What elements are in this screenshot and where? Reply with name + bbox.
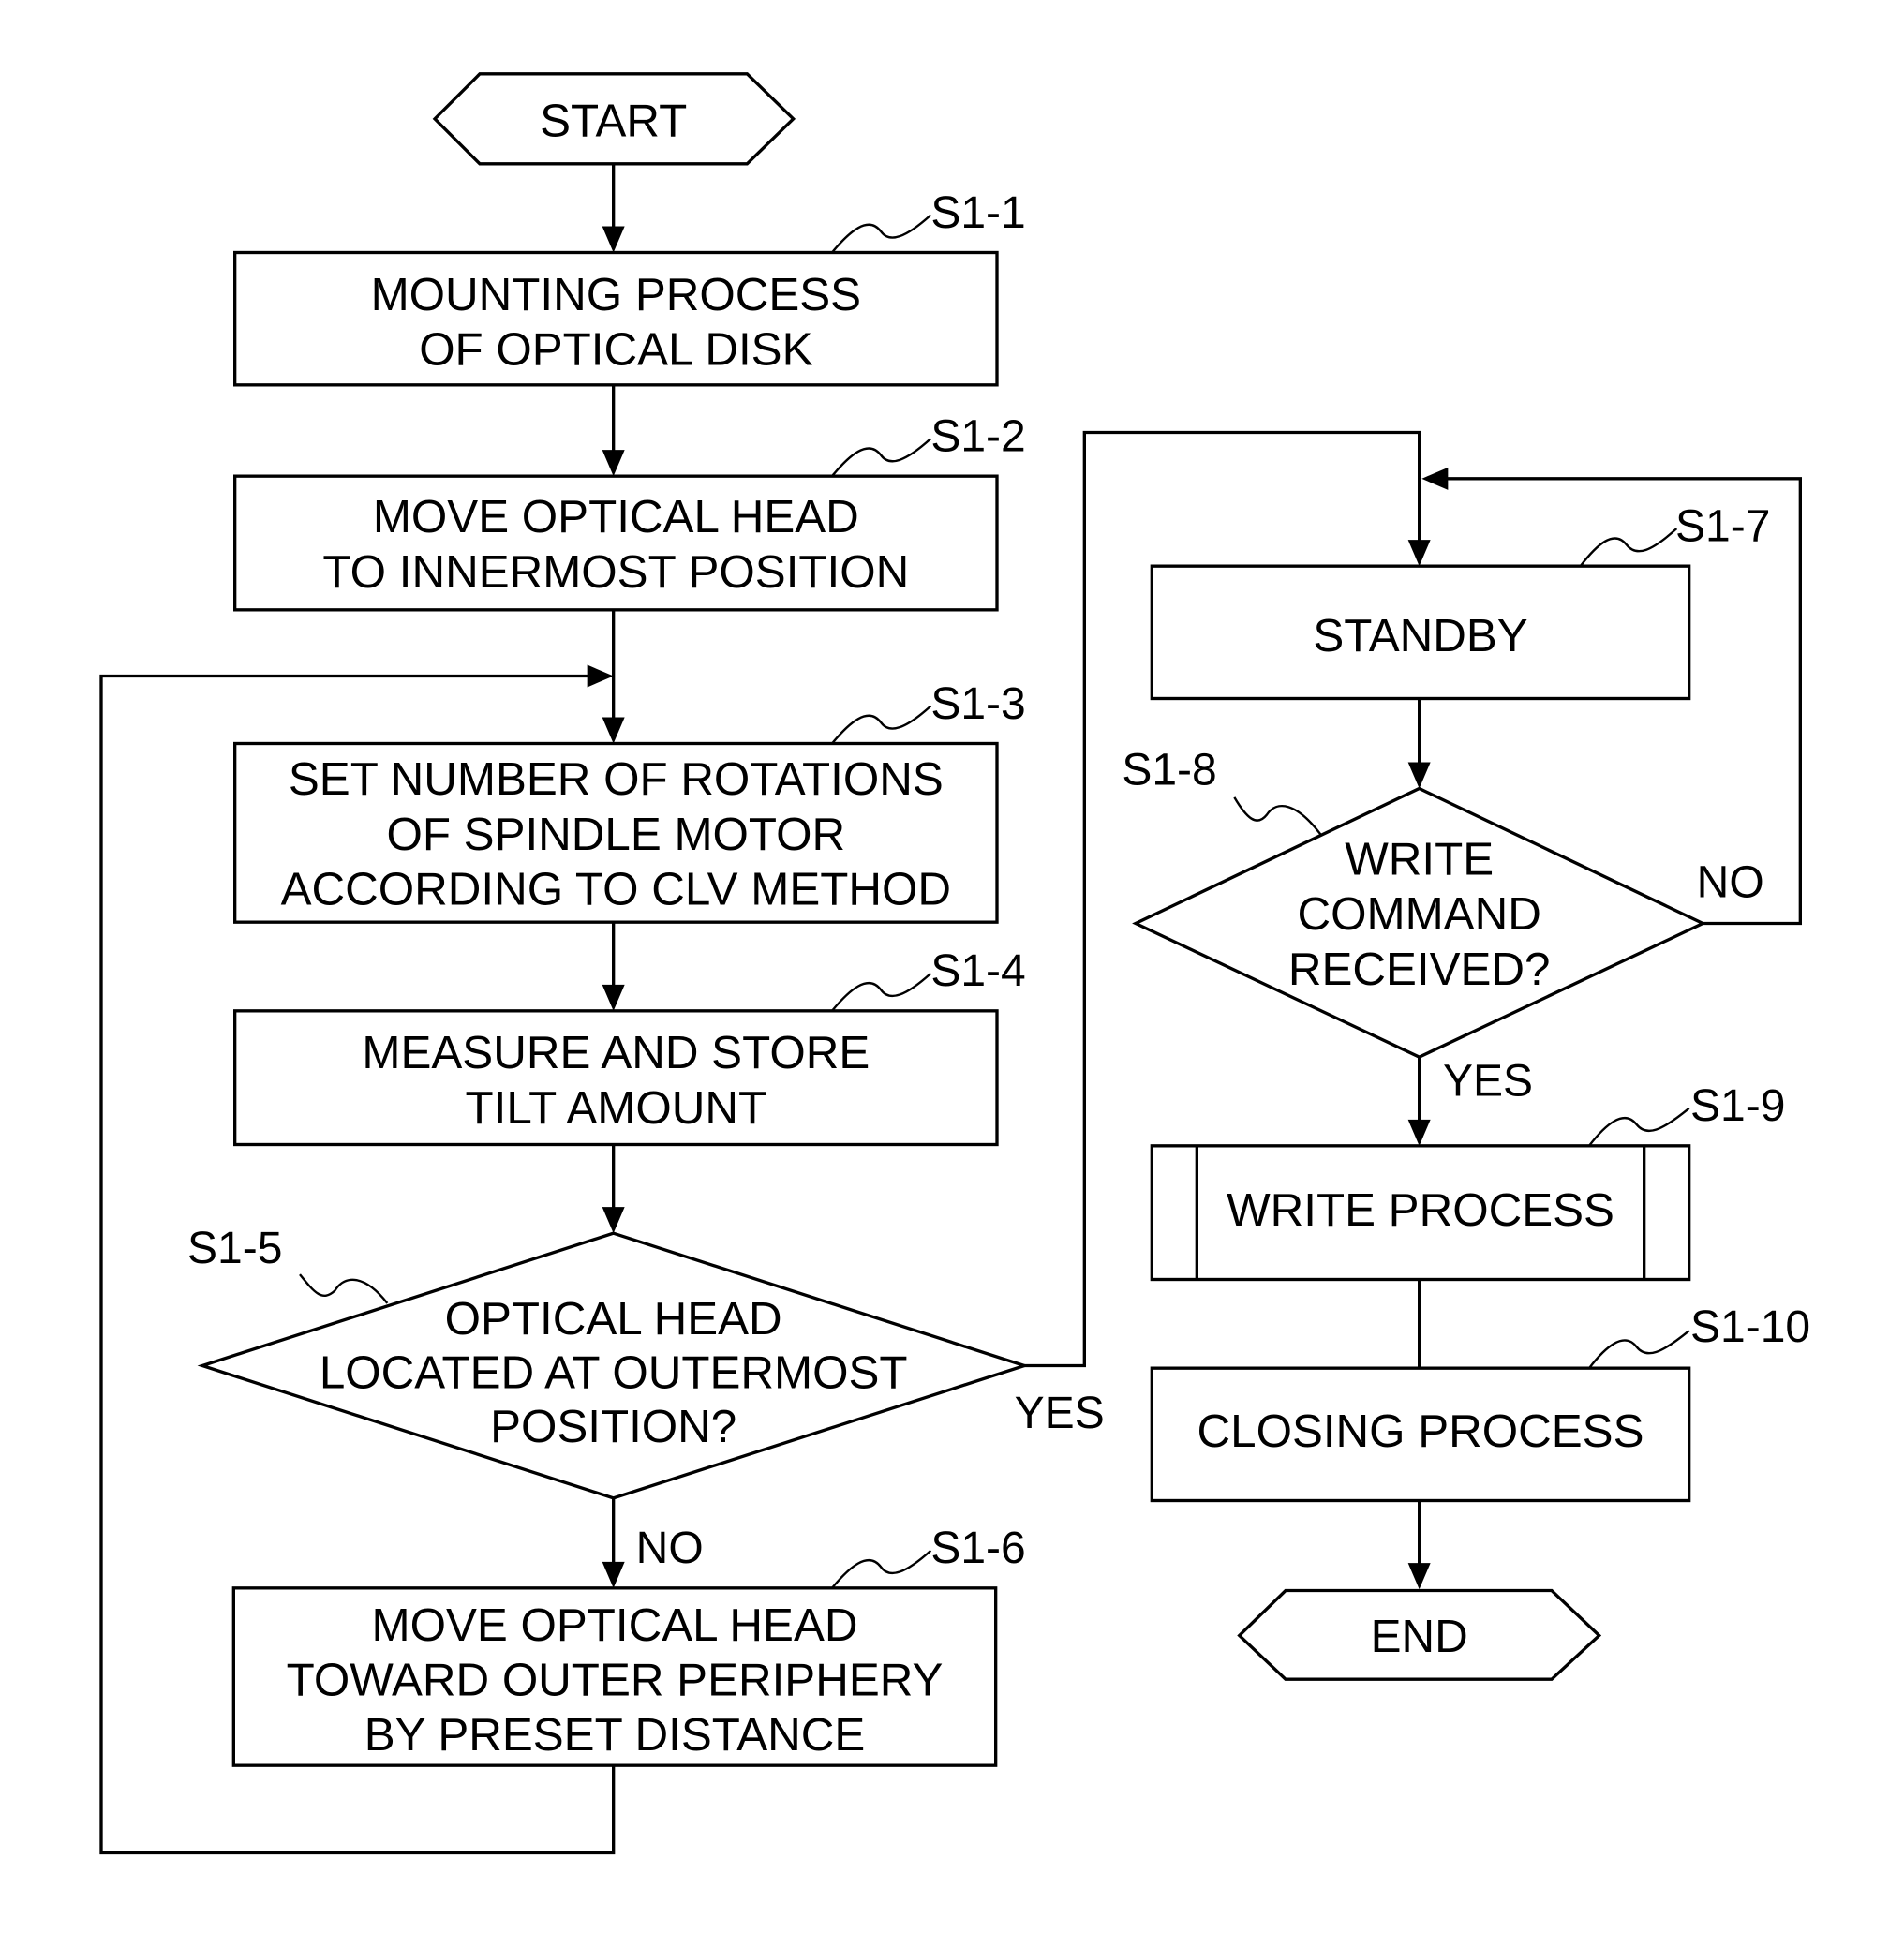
- node-text-s1-5-line2: LOCATED AT OUTERMOST: [320, 1347, 908, 1399]
- node-text-s1-1-line1: MOUNTING PROCESS: [371, 269, 861, 320]
- arrowhead-icon: [1421, 467, 1449, 490]
- step-label-s1-4: S1-4: [930, 946, 1025, 996]
- step-label-s1-5: S1-5: [187, 1224, 282, 1273]
- step-label-s1-6: S1-6: [930, 1524, 1025, 1573]
- step-s1-2: S1-2 MOVE OPTICAL HEAD TO INNERMOST POSI…: [232, 412, 1026, 612]
- branch-label-s1-5-yes: YES: [1015, 1389, 1105, 1438]
- node-text-s1-9-line1: WRITE PROCESS: [1227, 1184, 1614, 1236]
- node-text-s1-8-line3: RECEIVED?: [1288, 944, 1551, 995]
- branch-label-s1-8-no: NO: [1697, 858, 1764, 908]
- arrowhead-icon: [1407, 1563, 1431, 1590]
- node-text-s1-4-line2: TILT AMOUNT: [466, 1082, 767, 1134]
- node-text-s1-2-line2: TO INNERMOST POSITION: [322, 546, 909, 598]
- edge-s1-8-yes-to-s1-9: YES: [1407, 1057, 1533, 1146]
- arrowhead-icon: [1407, 1119, 1431, 1146]
- arrowhead-icon: [587, 664, 614, 688]
- node-text-s1-4-line1: MEASURE AND STORE: [362, 1027, 870, 1078]
- branch-label-s1-8-yes: YES: [1443, 1057, 1533, 1107]
- edge-s1-10-to-end: [1407, 1500, 1431, 1590]
- node-text-s1-10-line1: CLOSING PROCESS: [1197, 1405, 1644, 1457]
- end-terminal: END: [1237, 1588, 1602, 1681]
- edge-s1-3-to-s1-4: [602, 922, 625, 1011]
- step-label-s1-9: S1-9: [1690, 1081, 1785, 1131]
- arrowhead-icon: [602, 450, 625, 477]
- edge-s1-5-no-to-s1-6: NO: [602, 1497, 704, 1588]
- end-label: END: [1371, 1611, 1468, 1662]
- step-s1-10: S1-10 CLOSING PROCESS: [1150, 1302, 1810, 1503]
- edge-s1-7-to-s1-8: [1407, 698, 1431, 789]
- node-text-s1-2-line1: MOVE OPTICAL HEAD: [373, 491, 859, 543]
- step-label-s1-8: S1-8: [1122, 746, 1216, 796]
- arrowhead-icon: [602, 226, 625, 253]
- step-s1-9: S1-9 WRITE PROCESS: [1150, 1081, 1785, 1282]
- branch-label-s1-5-no: NO: [636, 1524, 704, 1573]
- step-s1-6: S1-6 MOVE OPTICAL HEAD TOWARD OUTER PERI…: [231, 1524, 1026, 1767]
- edge-start-to-s1-1: [602, 163, 625, 253]
- step-label-s1-1: S1-1: [930, 188, 1025, 238]
- edge-s1-4-to-s1-5: [602, 1144, 625, 1234]
- step-label-s1-2: S1-2: [930, 412, 1025, 462]
- arrowhead-icon: [602, 1561, 625, 1588]
- arrowhead-icon: [602, 984, 625, 1011]
- node-text-s1-1-line2: OF OPTICAL DISK: [419, 324, 812, 376]
- node-text-s1-3-line2: OF SPINDLE MOTOR: [386, 809, 845, 860]
- node-text-s1-3-line1: SET NUMBER OF ROTATIONS: [289, 753, 944, 805]
- arrowhead-icon: [1407, 540, 1431, 567]
- node-text-s1-8-line1: WRITE: [1345, 834, 1494, 885]
- step-s1-7: S1-7 STANDBY: [1150, 502, 1770, 701]
- step-label-s1-7: S1-7: [1675, 502, 1770, 552]
- step-s1-4: S1-4 MEASURE AND STORE TILT AMOUNT: [232, 946, 1026, 1147]
- step-s1-3: S1-3 SET NUMBER OF ROTATIONS OF SPINDLE …: [232, 679, 1026, 924]
- arrowhead-icon: [1407, 762, 1431, 789]
- start-terminal: START: [432, 72, 796, 166]
- arrowhead-icon: [602, 1207, 625, 1234]
- step-label-s1-3: S1-3: [930, 679, 1025, 729]
- node-text-s1-5-line1: OPTICAL HEAD: [445, 1293, 782, 1345]
- node-text-s1-8-line2: COMMAND: [1298, 888, 1541, 940]
- node-text-s1-6-line3: BY PRESET DISTANCE: [364, 1709, 866, 1761]
- node-text-s1-7-line1: STANDBY: [1313, 610, 1527, 662]
- step-label-s1-10: S1-10: [1690, 1302, 1810, 1352]
- arrowhead-icon: [602, 717, 625, 744]
- start-label: START: [540, 96, 687, 147]
- decision-s1-8: S1-8 WRITE COMMAND RECEIVED?: [1122, 746, 1707, 1060]
- flowchart: START S1-1 MOUNTING PROCESS OF OPTICAL D…: [99, 72, 1810, 1855]
- node-text-s1-6-line2: TOWARD OUTER PERIPHERY: [287, 1655, 944, 1706]
- node-text-s1-5-line3: POSITION?: [490, 1401, 736, 1452]
- node-text-s1-6-line1: MOVE OPTICAL HEAD: [372, 1599, 858, 1651]
- edge-s1-1-to-s1-2: [602, 384, 625, 477]
- step-s1-1: S1-1 MOUNTING PROCESS OF OPTICAL DISK: [232, 188, 1026, 387]
- node-text-s1-3-line3: ACCORDING TO CLV METHOD: [281, 864, 951, 915]
- decision-s1-5: S1-5 OPTICAL HEAD LOCATED AT OUTERMOST P…: [187, 1224, 1030, 1500]
